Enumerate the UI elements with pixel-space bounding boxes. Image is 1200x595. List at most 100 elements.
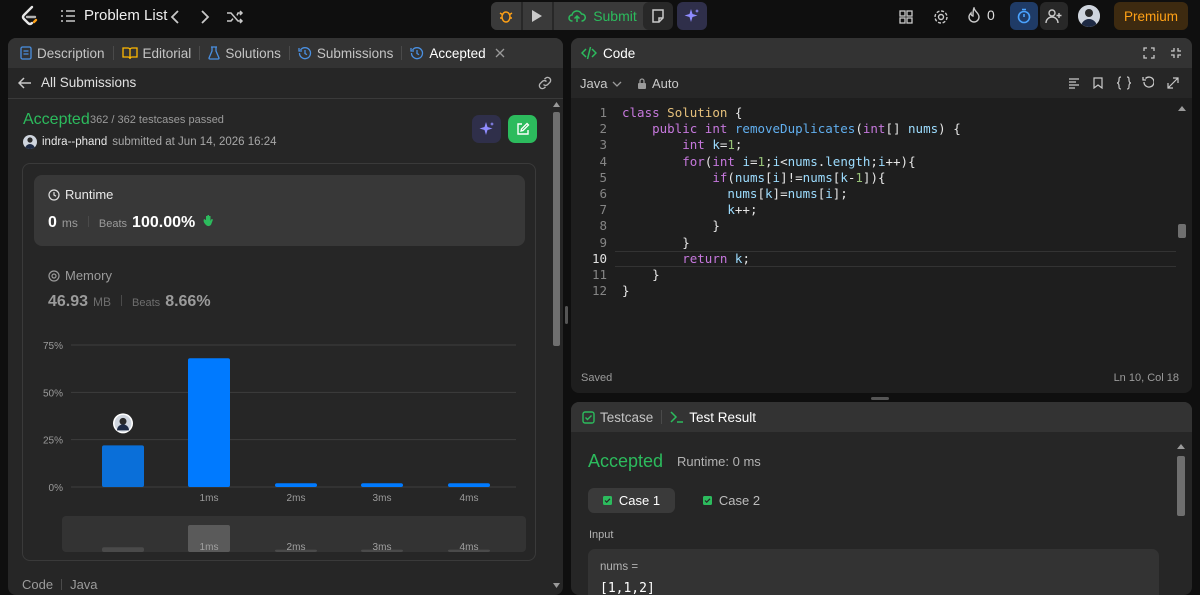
overview-label: 4ms — [460, 542, 479, 553]
code-line[interactable]: } — [622, 267, 961, 283]
submitter-username[interactable]: indra--phand — [42, 136, 107, 148]
reset-icon[interactable] — [1142, 76, 1154, 90]
next-problem-button[interactable] — [196, 8, 214, 26]
y-tick-label: 25% — [43, 436, 63, 447]
settings-gear-icon[interactable] — [931, 7, 951, 27]
tab-divider — [112, 46, 114, 60]
input-variable-name: nums = — [600, 561, 639, 573]
testcases-passed: 362 / 362 testcases passed — [90, 114, 224, 126]
tab-accepted[interactable]: Accepted — [410, 45, 505, 61]
code-line[interactable]: int k=1; — [622, 137, 961, 153]
code-line[interactable]: return k; — [622, 251, 961, 267]
runtime-card[interactable]: Runtime 0 ms Beats 100.00% — [34, 175, 525, 246]
tab-solutions-label: Solutions — [225, 45, 281, 61]
code-line[interactable]: for(int i=1;i<nums.length;i++){ — [622, 154, 961, 170]
code-editor[interactable]: 1 2 3 4 5 6 7 8 9 10 11 12 class Solution { public … — [571, 105, 1176, 360]
tab-editorial[interactable]: Editorial — [121, 46, 191, 61]
shuffle-icon[interactable] — [226, 8, 244, 26]
x-tick-label: 4ms — [460, 493, 479, 504]
tab-accepted-label: Accepted — [429, 45, 486, 61]
code-line[interactable]: class Solution { — [622, 105, 961, 121]
code-scrollbar[interactable] — [1177, 104, 1189, 384]
tab-description[interactable]: Description — [20, 46, 105, 61]
timer-button[interactable] — [1010, 2, 1038, 30]
list-icon — [60, 9, 76, 23]
code-line[interactable]: } — [622, 283, 961, 299]
edit-solution-button[interactable] — [508, 115, 537, 143]
code-line[interactable]: } — [622, 235, 961, 251]
all-submissions-link[interactable]: All Submissions — [18, 75, 136, 90]
scrollbar-thumb[interactable] — [553, 112, 560, 346]
close-tab-icon[interactable] — [495, 48, 505, 58]
runtime-beats-value: 100.00% — [132, 214, 196, 231]
case-tab-1[interactable]: Case 1 — [588, 488, 675, 513]
chart-bar[interactable] — [361, 483, 403, 487]
cloud-upload-icon — [568, 9, 587, 23]
bookmark-icon[interactable] — [1093, 77, 1103, 89]
ai-analyze-button[interactable] — [472, 115, 501, 143]
code-line[interactable]: public int removeDuplicates(int[] nums) … — [622, 121, 961, 137]
streak-button[interactable]: 0 — [967, 7, 995, 23]
tab-testcase[interactable]: Testcase — [582, 410, 653, 425]
premium-button[interactable]: Premium — [1114, 2, 1188, 30]
tab-test-result[interactable]: Test Result — [670, 410, 756, 425]
chart-bar[interactable] — [102, 445, 144, 487]
premium-label: Premium — [1123, 8, 1178, 24]
code-section-lang: Java — [70, 577, 98, 592]
ai-sparkle-button[interactable] — [677, 2, 707, 30]
code-section-header: Code Java — [22, 577, 98, 592]
vertical-resize-handle[interactable] — [565, 306, 568, 324]
minimize-icon[interactable] — [1170, 47, 1182, 59]
auto-mode[interactable]: Auto — [637, 76, 679, 91]
format-icon[interactable] — [1068, 77, 1080, 89]
language-select[interactable]: Java — [580, 76, 622, 91]
submitter-avatar[interactable] — [23, 135, 37, 149]
scrollbar-thumb[interactable] — [1177, 456, 1185, 516]
line-number: 8 — [599, 218, 607, 234]
runtime-value: 0 — [48, 214, 57, 231]
problem-list-button[interactable]: Problem List — [60, 7, 167, 24]
memory-beats-label: Beats — [132, 297, 161, 309]
code-line[interactable]: } — [622, 218, 961, 234]
memory-chip-icon — [48, 269, 60, 282]
divider — [61, 579, 63, 590]
runtime-distribution-chart[interactable]: 75% 50% 25% 0% 1ms 2ms 3ms 4ms 1ms 2ms 3ms 4ms — [23, 334, 535, 561]
share-link-icon[interactable] — [537, 76, 553, 90]
prev-problem-button[interactable] — [166, 8, 184, 26]
test-scrollbar[interactable] — [1176, 442, 1188, 595]
line-number: 4 — [599, 153, 607, 169]
horizontal-resize-handle[interactable] — [871, 397, 889, 400]
chart-bar[interactable] — [275, 483, 317, 487]
checkbox-icon — [582, 410, 595, 424]
run-submit-group: Submit — [491, 2, 667, 30]
submit-label: Submit — [593, 8, 637, 24]
run-button[interactable] — [522, 2, 553, 30]
debug-icon[interactable] — [491, 2, 521, 30]
tab-testcase-label: Testcase — [600, 409, 654, 425]
case-tab-2[interactable]: Case 2 — [688, 488, 775, 513]
left-scrollbar[interactable] — [552, 100, 561, 595]
lock-icon — [637, 77, 647, 90]
overview-label: 1ms — [200, 542, 219, 553]
braces-icon[interactable] — [1116, 76, 1132, 90]
user-avatar[interactable] — [1078, 5, 1100, 27]
chart-bar[interactable] — [188, 358, 230, 487]
code-line[interactable]: nums[k]=nums[i]; — [622, 186, 961, 202]
add-friend-icon[interactable] — [1040, 2, 1068, 30]
tab-solutions[interactable]: Solutions — [208, 46, 281, 61]
scrollbar-thumb[interactable] — [1178, 224, 1186, 238]
memory-card[interactable]: Memory 46.93 MB Beats 8.66% — [34, 258, 525, 318]
notes-button[interactable] — [643, 2, 673, 30]
layout-grid-icon[interactable] — [897, 8, 915, 26]
tab-submissions[interactable]: Submissions — [298, 46, 393, 61]
code-line[interactable]: if(nums[i]!=nums[k-1]){ — [622, 170, 961, 186]
line-gutter: 1 2 3 4 5 6 7 8 9 10 11 12 — [571, 105, 607, 299]
expand-icon[interactable] — [1167, 77, 1179, 89]
code-line[interactable]: k++; — [622, 202, 961, 218]
tab-divider — [401, 46, 403, 60]
line-number: 9 — [599, 234, 607, 250]
maximize-icon[interactable] — [1143, 47, 1155, 59]
chart-bar[interactable] — [448, 483, 490, 487]
leetcode-logo-icon[interactable] — [18, 5, 40, 27]
x-tick-label: 2ms — [287, 493, 306, 504]
